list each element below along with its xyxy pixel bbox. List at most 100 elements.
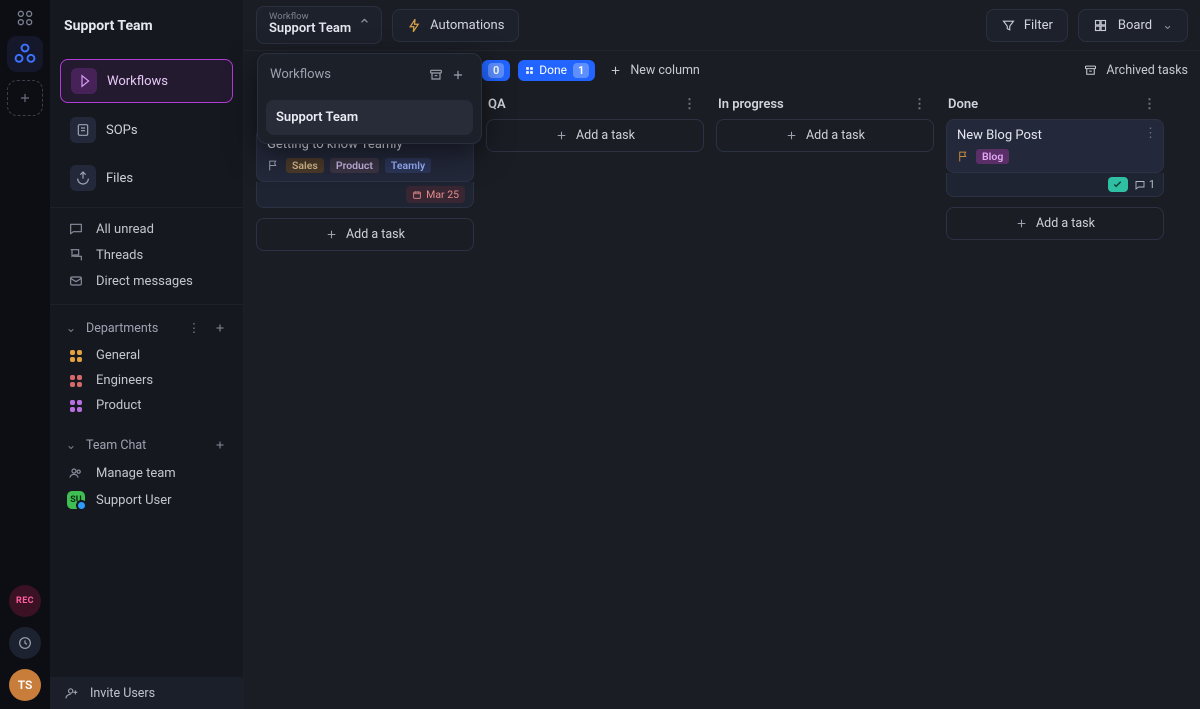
chip-count: 0	[488, 63, 504, 78]
column-title: QA	[488, 97, 506, 112]
add-icon[interactable]	[211, 319, 229, 337]
new-column-label: New column	[630, 63, 700, 78]
tag-product[interactable]: Product	[330, 158, 379, 173]
sidebar-item-direct-messages[interactable]: Direct messages	[60, 268, 233, 294]
department-label: General	[96, 348, 140, 363]
flag-icon	[957, 150, 970, 163]
teamchat-header[interactable]: ⌄ Team Chat	[60, 430, 233, 460]
department-label: Product	[96, 398, 141, 413]
chevron-down-icon: ⌄	[64, 320, 78, 336]
sidebar-item-workflows[interactable]: Workflows	[60, 59, 233, 103]
due-date-pill[interactable]: Mar 25	[406, 186, 465, 203]
done-check-icon	[1108, 177, 1128, 192]
workflow-selector[interactable]: Workflow Support Team ⌃ Workflows Suppor…	[256, 6, 382, 44]
calendar-icon	[412, 190, 422, 200]
archived-tasks-button[interactable]: Archived tasks	[1083, 63, 1188, 78]
task-card[interactable]: ⋮ New Blog Post Blog	[946, 119, 1164, 173]
toolbar: Workflow Support Team ⌃ Workflows Suppor…	[244, 0, 1200, 51]
app-rail: REC TS	[0, 0, 50, 709]
chevron-up-icon: ⌃	[358, 15, 371, 34]
view-label: Board	[1118, 18, 1152, 33]
section-title: Departments	[86, 321, 158, 336]
card-footer: 1	[946, 173, 1164, 197]
department-general[interactable]: General	[60, 343, 233, 368]
departments-header[interactable]: ⌄ Departments ⋮	[60, 313, 233, 343]
add-task-label: Add a task	[1036, 216, 1095, 231]
filter-icon	[1001, 18, 1016, 33]
sidebar-item-label: Files	[106, 171, 133, 186]
sidebar-item-label: Threads	[96, 248, 143, 263]
new-column-button[interactable]: New column	[603, 59, 706, 82]
automations-button[interactable]: Automations	[392, 9, 519, 42]
card-footer: Mar 25	[256, 182, 474, 208]
board-column-done: Done ⋮ ⋮ New Blog Post Blog	[946, 89, 1164, 697]
user-badge: SU	[67, 491, 85, 509]
teamchat-label: Support User	[96, 493, 172, 508]
filter-button[interactable]: Filter	[986, 9, 1068, 42]
add-task-button[interactable]: Add a task	[256, 218, 474, 251]
sops-icon	[70, 117, 96, 143]
more-icon[interactable]: ⋮	[185, 319, 203, 337]
add-task-button[interactable]: Add a task	[946, 207, 1164, 240]
invite-users-button[interactable]: Invite Users	[50, 677, 243, 709]
workflow-value: Support Team	[269, 21, 351, 38]
sidebar-title: Support Team	[50, 0, 243, 51]
column-more-icon[interactable]: ⋮	[911, 95, 928, 114]
sidebar-item-label: SOPs	[106, 123, 138, 138]
column-chip-partial[interactable]: 0	[482, 60, 510, 81]
chip-label: Done	[539, 63, 567, 77]
workflow-option-support-team[interactable]: Support Team	[266, 100, 473, 135]
archive-icon	[1083, 63, 1098, 78]
add-task-label: Add a task	[346, 227, 405, 242]
teamchat-manage-team[interactable]: Manage team	[60, 460, 233, 486]
lightning-icon	[407, 18, 422, 33]
comments-count[interactable]: 1	[1134, 178, 1155, 191]
add-task-button[interactable]: Add a task	[716, 119, 934, 152]
column-chip-done[interactable]: Done 1	[518, 60, 595, 81]
comment-icon	[1134, 179, 1146, 191]
department-engineers[interactable]: Engineers	[60, 368, 233, 393]
kanban-board: . Getting to know Teamly Sales Product T…	[244, 89, 1200, 709]
grid-icon	[66, 400, 86, 412]
column-title: In progress	[718, 97, 784, 112]
card-title: New Blog Post	[957, 128, 1042, 143]
workspace-switcher[interactable]	[7, 36, 43, 72]
grid-icon	[66, 350, 86, 362]
column-more-icon[interactable]: ⋮	[1141, 95, 1158, 114]
plus-icon	[785, 129, 798, 142]
sidebar-item-threads[interactable]: Threads	[60, 242, 233, 268]
card-more-icon[interactable]: ⋮	[1144, 126, 1157, 141]
user-avatar[interactable]: TS	[9, 669, 41, 701]
section-title: Team Chat	[86, 438, 146, 453]
flag-icon	[267, 159, 280, 172]
workflow-dropdown: Workflows Support Team	[257, 53, 482, 144]
add-workflow-icon[interactable]	[447, 64, 469, 86]
sidebar-item-sops[interactable]: SOPs	[60, 109, 233, 151]
chevron-down-icon: ⌄	[64, 437, 78, 453]
tag-blog[interactable]: Blog	[976, 149, 1009, 164]
add-workspace-button[interactable]	[7, 80, 43, 116]
department-product[interactable]: Product	[60, 393, 233, 418]
teamchat-support-user[interactable]: SU Support User	[60, 486, 233, 514]
plus-icon	[1015, 217, 1028, 230]
view-switcher[interactable]: Board ⌄	[1078, 9, 1188, 42]
history-icon[interactable]	[9, 627, 41, 659]
board-icon	[1093, 18, 1108, 33]
dm-icon	[66, 273, 86, 289]
chevron-down-icon: ⌄	[1162, 18, 1173, 33]
column-more-icon[interactable]: ⋮	[681, 95, 698, 114]
board-column-0: . Getting to know Teamly Sales Product T…	[256, 89, 474, 697]
grid-icon	[66, 375, 86, 387]
plus-icon	[555, 129, 568, 142]
archive-icon[interactable]	[425, 64, 447, 86]
add-task-button[interactable]: Add a task	[486, 119, 704, 152]
department-label: Engineers	[96, 373, 153, 388]
record-button[interactable]: REC	[9, 585, 41, 617]
add-icon[interactable]	[211, 436, 229, 454]
tag-teamly[interactable]: Teamly	[385, 158, 431, 173]
sidebar-item-label: Workflows	[107, 74, 168, 89]
sidebar-item-all-unread[interactable]: All unread	[60, 216, 233, 242]
filter-label: Filter	[1024, 18, 1053, 33]
sidebar-item-files[interactable]: Files	[60, 157, 233, 199]
tag-sales[interactable]: Sales	[286, 158, 324, 173]
